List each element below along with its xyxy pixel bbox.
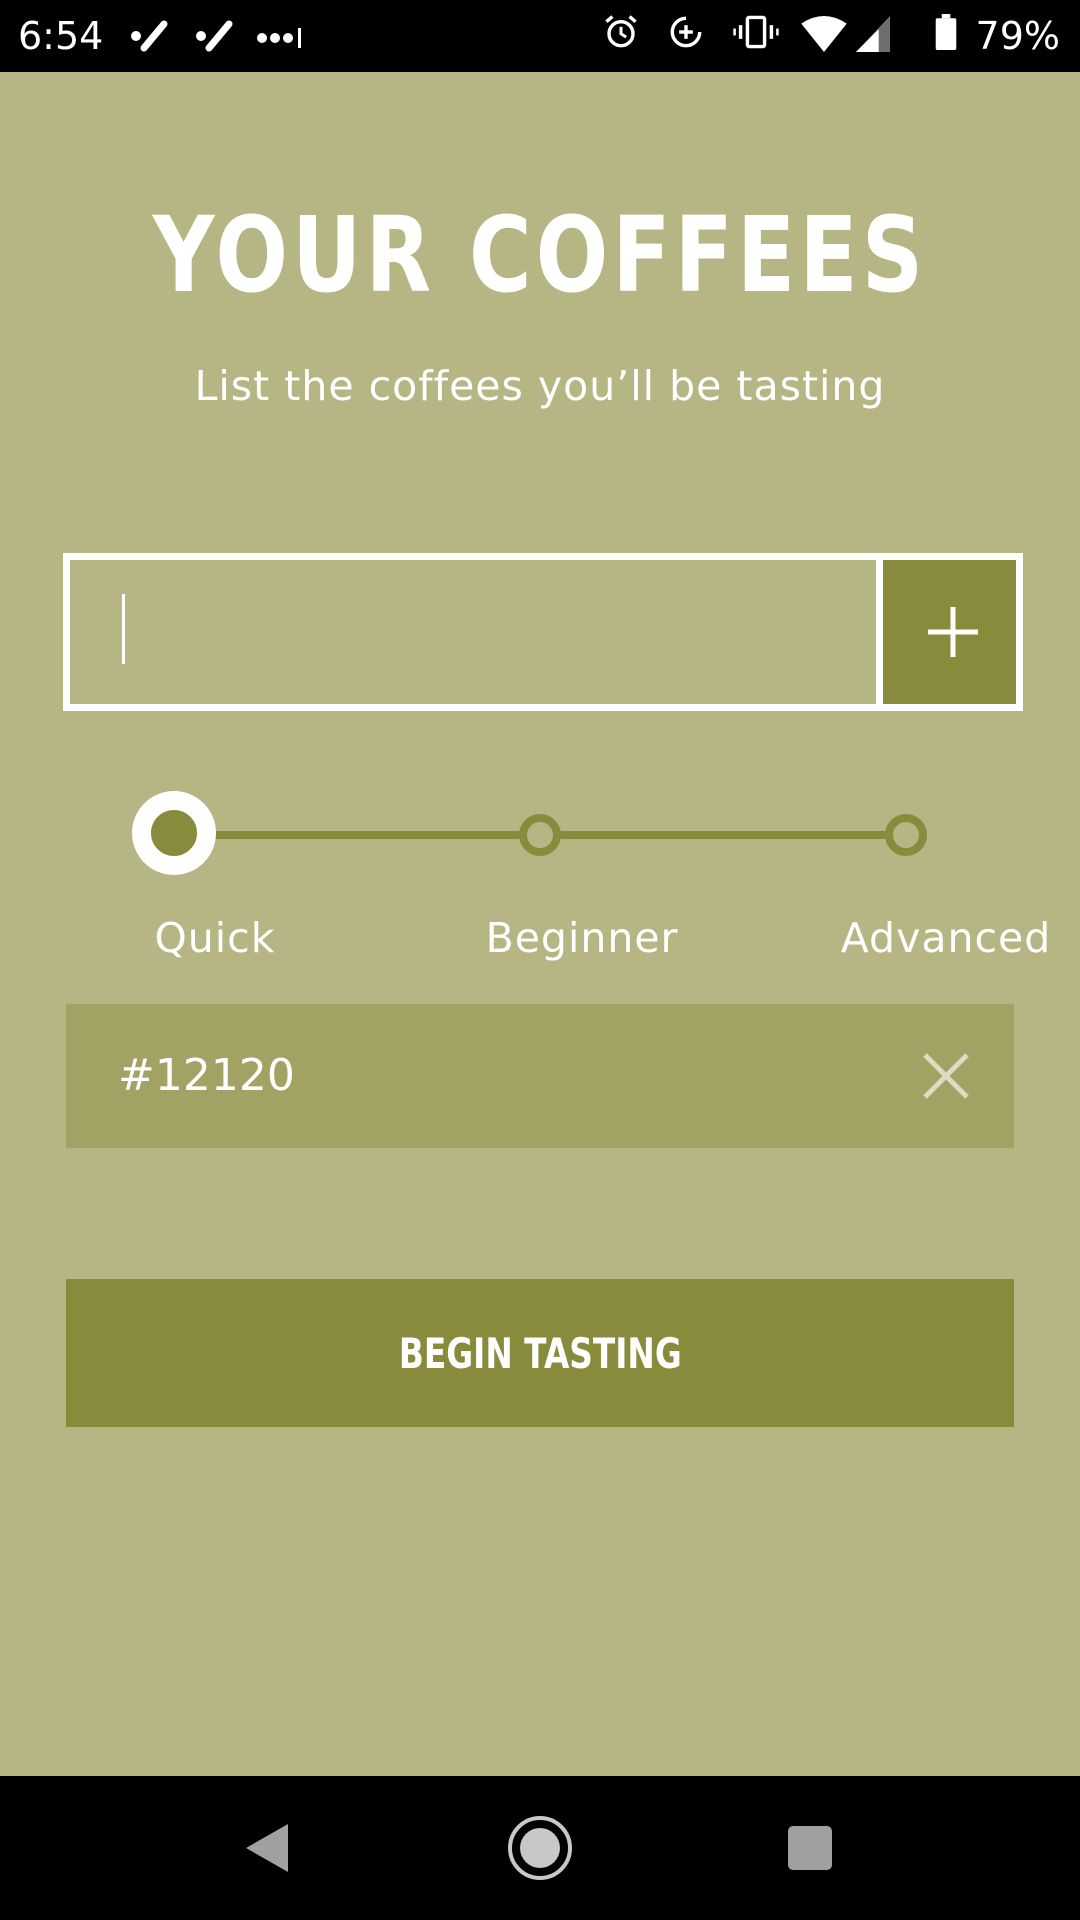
status-bar: 6:54 79% bbox=[0, 0, 1080, 72]
remove-coffee-button[interactable] bbox=[918, 1048, 974, 1104]
begin-tasting-label: BEGIN TASTING bbox=[398, 1328, 682, 1378]
slider-stop-beginner[interactable] bbox=[519, 814, 561, 856]
page-subtitle: List the coffees you’ll be tasting bbox=[194, 362, 886, 410]
battery-percent: 79% bbox=[975, 14, 1060, 58]
list-item: #12120 bbox=[66, 1004, 1014, 1148]
navigation-bar bbox=[0, 1776, 1080, 1920]
level-slider[interactable]: Quick Beginner Advanced bbox=[0, 790, 1080, 970]
check-icon bbox=[196, 20, 233, 52]
level-label-quick[interactable]: Quick bbox=[85, 910, 345, 966]
more-notifications-icon bbox=[257, 28, 301, 48]
slider-stop-quick[interactable] bbox=[132, 791, 216, 875]
home-button[interactable] bbox=[470, 1776, 610, 1920]
status-time: 6:54 bbox=[18, 14, 104, 58]
vibrate-icon bbox=[733, 15, 779, 49]
level-label-beginner[interactable]: Beginner bbox=[452, 910, 712, 966]
battery-icon bbox=[935, 14, 957, 50]
signal-icon bbox=[855, 16, 891, 52]
plus-icon bbox=[928, 607, 978, 657]
wifi-icon bbox=[801, 16, 847, 52]
coffee-input-container bbox=[63, 553, 1023, 711]
coffee-name-input[interactable] bbox=[70, 560, 856, 704]
app-screen: 6:54 79% YOUR COFFEES List the coffees y… bbox=[0, 0, 1080, 1920]
begin-tasting-button[interactable]: BEGIN TASTING bbox=[66, 1279, 1014, 1427]
recents-icon bbox=[788, 1826, 832, 1870]
check-icon bbox=[131, 20, 168, 52]
close-icon bbox=[923, 1053, 969, 1099]
add-coffee-button[interactable] bbox=[876, 560, 1016, 704]
slider-stop-advanced[interactable] bbox=[885, 814, 927, 856]
level-label-advanced[interactable]: Advanced bbox=[816, 910, 1076, 966]
data-saver-icon bbox=[670, 16, 702, 48]
back-button[interactable] bbox=[200, 1776, 340, 1920]
text-cursor bbox=[122, 594, 125, 664]
alarm-icon bbox=[605, 15, 637, 48]
recents-button[interactable] bbox=[740, 1776, 880, 1920]
coffee-list: #12120 bbox=[66, 1004, 1014, 1148]
coffee-name: #12120 bbox=[118, 1050, 295, 1101]
back-icon bbox=[246, 1824, 288, 1872]
page-title: YOUR COFFEES bbox=[152, 194, 928, 316]
home-icon bbox=[508, 1816, 572, 1880]
